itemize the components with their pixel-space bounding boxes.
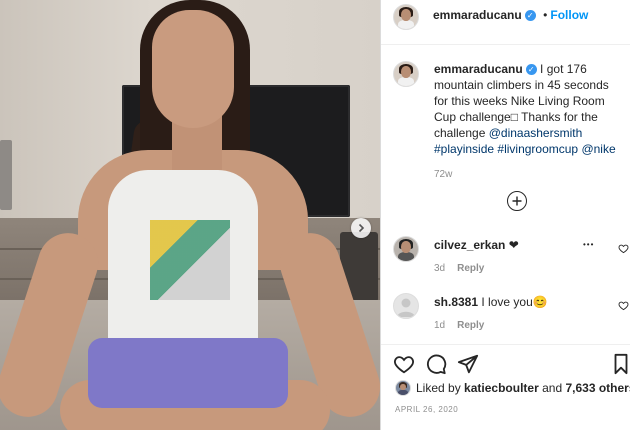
- person-face: [152, 10, 234, 128]
- likes-prefix: Liked by: [416, 381, 461, 395]
- likes-others-link[interactable]: 7,633 others: [565, 381, 630, 395]
- like-comment-heart-icon[interactable]: [618, 243, 629, 254]
- post-caption: emmaraducanu ✓ I got 176 mountain climber…: [434, 61, 626, 183]
- caption-hashtag[interactable]: #livingroomcup: [497, 142, 578, 156]
- caption-avatar[interactable]: [393, 61, 419, 87]
- background-object: [0, 140, 12, 210]
- comment-item: cilvez_erkan ❤ ••• 3d Reply: [381, 236, 630, 276]
- follow-button[interactable]: Follow: [550, 8, 588, 22]
- commenter-username[interactable]: cilvez_erkan: [434, 238, 505, 252]
- like-heart-icon[interactable]: [393, 353, 415, 375]
- load-more-comments-button[interactable]: [507, 191, 527, 211]
- comment-text: I love you😊: [481, 295, 548, 309]
- caption-username[interactable]: emmaraducanu: [434, 62, 523, 76]
- author-username[interactable]: emmaraducanu: [433, 8, 522, 22]
- action-bar: [381, 344, 630, 385]
- post-sidebar: emmaraducanu ✓ • Follow emmaraducanu ✓ I go…: [380, 0, 630, 430]
- commenter-avatar[interactable]: [393, 293, 419, 319]
- comment-bubble-icon[interactable]: [425, 353, 447, 375]
- tank-top-print: [150, 220, 230, 300]
- caption-age: 72w: [434, 169, 453, 180]
- verified-badge-icon: ✓: [525, 64, 537, 75]
- likes-and: and: [542, 381, 563, 395]
- caption-hashtag[interactable]: #playinside: [434, 142, 494, 156]
- reply-button[interactable]: Reply: [457, 320, 484, 331]
- share-send-icon[interactable]: [457, 353, 479, 375]
- commenter-avatar[interactable]: [393, 236, 419, 262]
- liker-avatar[interactable]: [395, 380, 411, 396]
- comment-age: 3d: [434, 263, 446, 274]
- likes-summary: Liked by katiecboulter and 7,633 others: [416, 381, 630, 395]
- reply-button[interactable]: Reply: [457, 263, 484, 274]
- comment-options-button[interactable]: •••: [583, 240, 594, 249]
- post-media[interactable]: [0, 0, 380, 430]
- author-avatar[interactable]: [393, 4, 419, 30]
- comment-age: 1d: [434, 320, 446, 331]
- next-media-button[interactable]: [351, 218, 371, 238]
- verified-badge-icon: ✓: [524, 10, 536, 21]
- plus-icon: [512, 196, 522, 206]
- person-shorts: [88, 338, 288, 408]
- post-header: emmaraducanu ✓ • Follow: [381, 0, 630, 45]
- comment-text: ❤: [508, 238, 519, 252]
- separator-dot: •: [543, 8, 548, 22]
- like-comment-heart-icon[interactable]: [618, 300, 629, 311]
- default-avatar-icon: [397, 298, 415, 317]
- caption-mention[interactable]: @nike: [581, 142, 615, 156]
- comment-item: sh.8381 I love you😊 1d Reply: [381, 293, 630, 333]
- caption-mention[interactable]: @dinaashersmith: [489, 126, 583, 140]
- chevron-right-icon: [358, 223, 365, 233]
- liker-username[interactable]: katiecboulter: [464, 381, 539, 395]
- save-bookmark-icon[interactable]: [613, 353, 629, 375]
- commenter-username[interactable]: sh.8381: [434, 295, 478, 309]
- post-date[interactable]: APRIL 26, 2020: [395, 405, 458, 414]
